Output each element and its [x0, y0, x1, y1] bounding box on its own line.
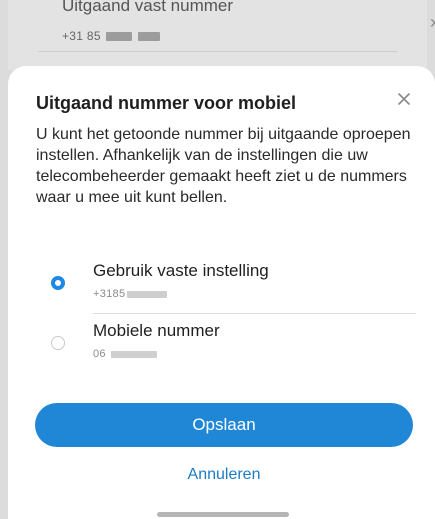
- number-prefix: +31 85: [62, 29, 101, 43]
- outgoing-landline-item[interactable]: Uitgaand vast nummer +31 85 ›: [38, 0, 435, 52]
- masked-digits: [111, 350, 158, 358]
- option-number: 06: [93, 348, 158, 360]
- masked-digits: [138, 32, 161, 42]
- number-prefix: +3185: [93, 288, 126, 300]
- screen: Uitgaand vast nummer +31 85 › Uitgaand n…: [0, 0, 435, 519]
- radio-unselected-icon[interactable]: [51, 336, 65, 350]
- option-mobile-number[interactable]: Mobiele nummer 06: [36, 318, 416, 374]
- masked-digits: [127, 290, 168, 298]
- option-fixed-setting[interactable]: Gebruik vaste instelling +3185: [36, 258, 416, 314]
- home-indicator: [157, 512, 289, 517]
- close-icon[interactable]: [393, 88, 415, 110]
- masked-digits: [106, 32, 133, 42]
- bottom-sheet-dialog: Uitgaand nummer voor mobiel U kunt het g…: [8, 66, 435, 519]
- dialog-title: Uitgaand nummer voor mobiel: [36, 93, 297, 113]
- option-label: Gebruik vaste instelling: [93, 261, 269, 280]
- cancel-button[interactable]: Annuleren: [35, 458, 413, 492]
- number-prefix: 06: [93, 348, 106, 360]
- outgoing-landline-title: Uitgaand vast nummer: [62, 0, 234, 15]
- save-button[interactable]: Opslaan: [35, 403, 413, 447]
- dialog-description: U kunt het getoonde nummer bij uitgaande…: [36, 126, 411, 206]
- divider: [93, 313, 416, 314]
- radio-selected-icon[interactable]: [51, 276, 65, 290]
- chevron-right-icon: ›: [430, 12, 435, 33]
- outgoing-landline-number: +31 85: [62, 29, 161, 43]
- background-list: Uitgaand vast nummer +31 85 ›: [8, 0, 435, 70]
- option-number: +3185: [93, 288, 168, 300]
- option-label: Mobiele nummer: [93, 321, 220, 340]
